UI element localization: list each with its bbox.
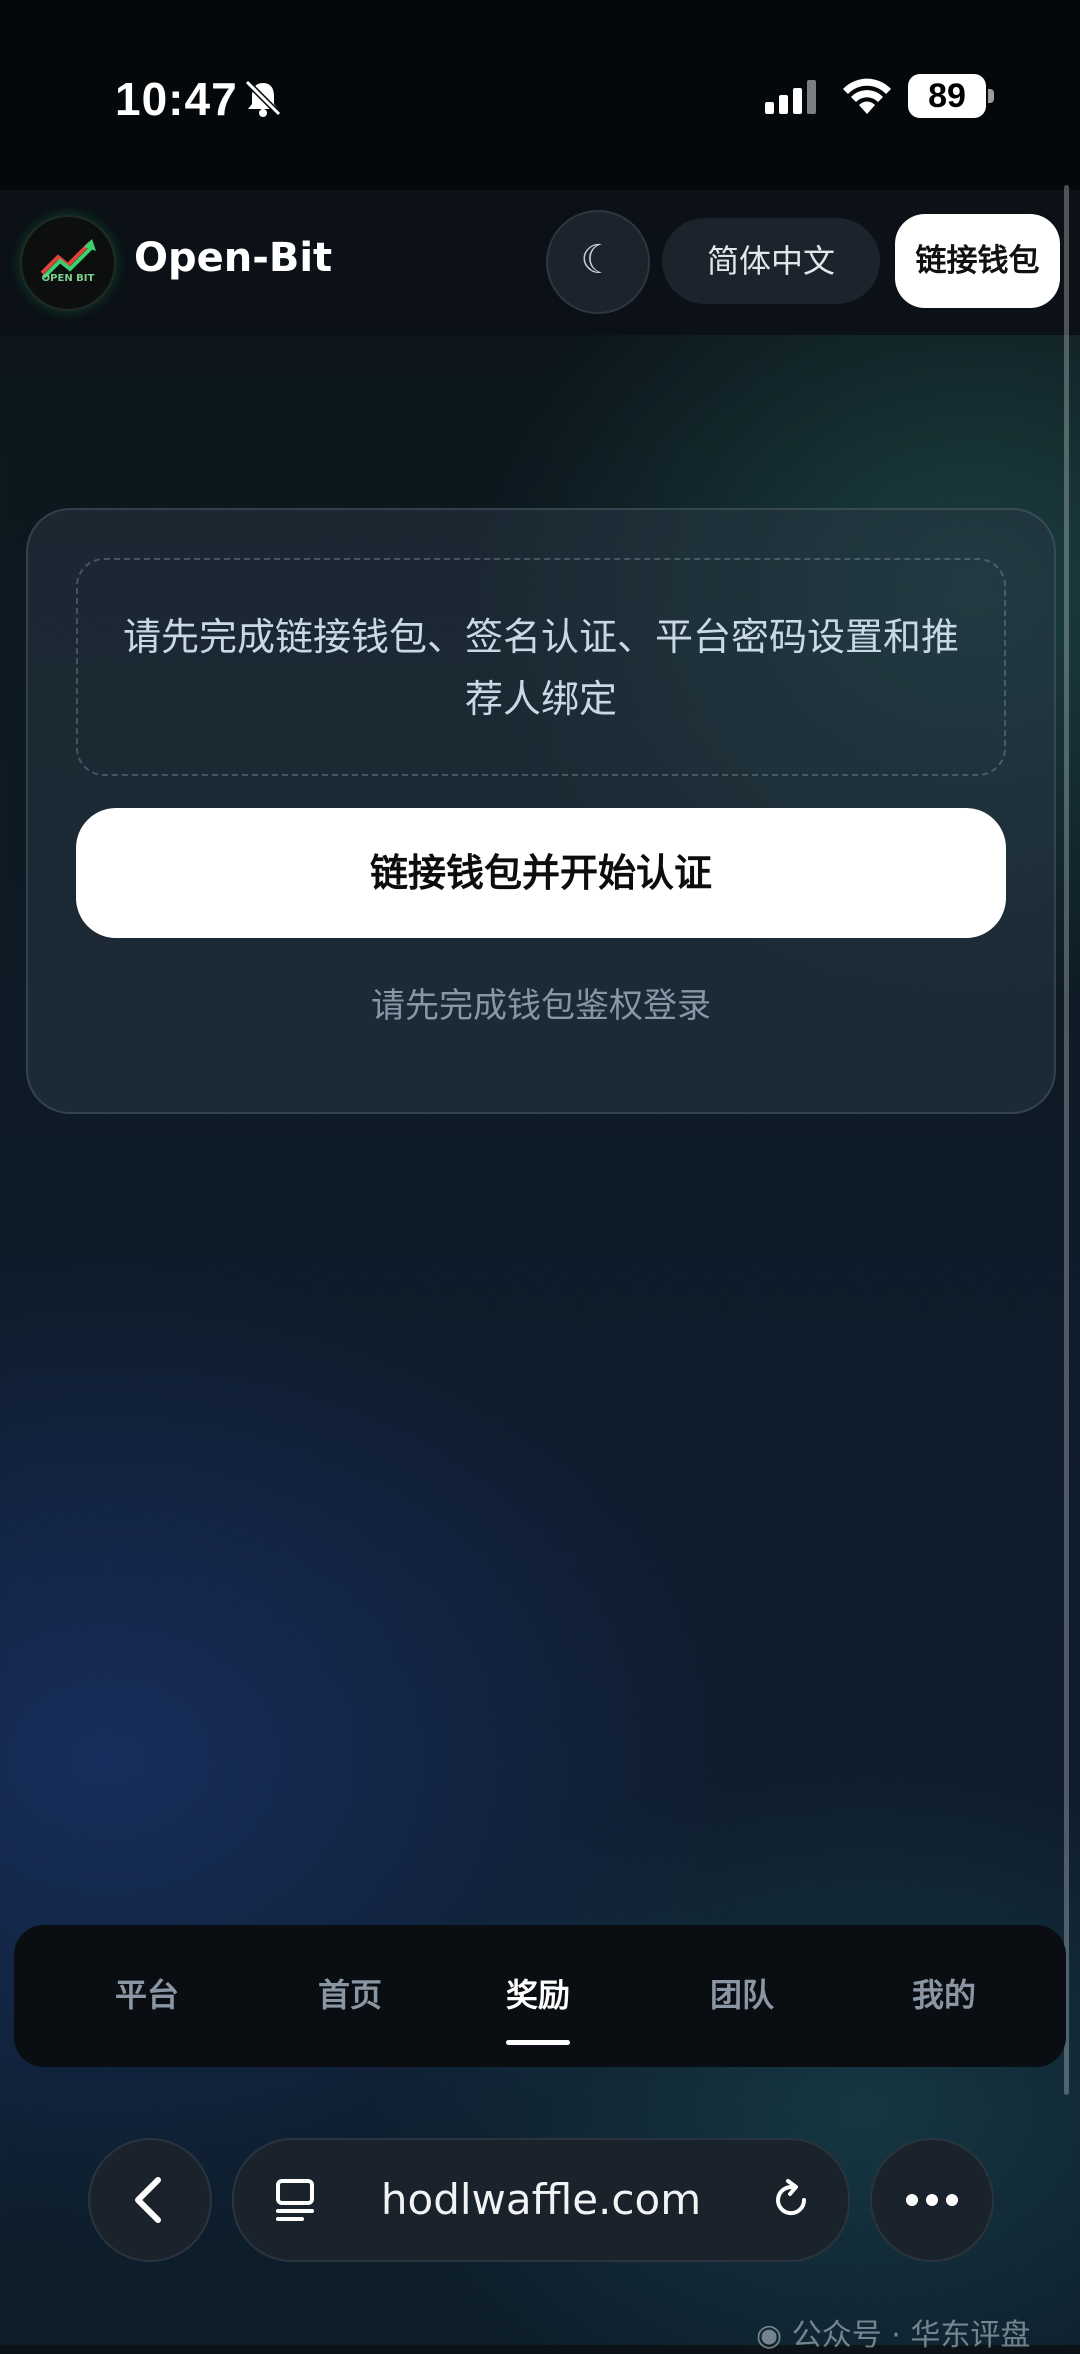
wifi-icon bbox=[843, 78, 891, 114]
connect-wallet-button[interactable]: 链接钱包 bbox=[895, 214, 1060, 308]
brand-logo[interactable]: OPEN BIT bbox=[20, 215, 116, 311]
battery-indicator: 89 bbox=[908, 74, 986, 118]
active-tab-indicator bbox=[506, 2040, 570, 2045]
auth-card: 请先完成链接钱包、签名认证、平台密码设置和推荐人绑定 链接钱包并开始认证 请先完… bbox=[26, 508, 1056, 1114]
tab-team[interactable]: 团队 bbox=[667, 1925, 817, 2067]
wechat-icon: ◉ bbox=[756, 2318, 792, 2353]
tab-mine[interactable]: 我的 bbox=[869, 1925, 1019, 2067]
back-chevron-icon bbox=[135, 2177, 161, 2223]
language-button[interactable]: 简体中文 bbox=[662, 218, 880, 304]
back-button[interactable] bbox=[88, 2138, 212, 2262]
page-scrollbar[interactable] bbox=[1064, 185, 1069, 2095]
tab-platform[interactable]: 平台 bbox=[72, 1925, 222, 2067]
watermark-text: 公众号 · 华东评盘 bbox=[791, 2318, 1031, 2353]
theme-toggle-button[interactable]: ☾ bbox=[546, 210, 650, 314]
reload-icon[interactable] bbox=[766, 2175, 816, 2225]
more-dots-icon bbox=[906, 2194, 958, 2206]
trend-arrow-icon bbox=[40, 239, 96, 279]
more-button[interactable] bbox=[870, 2138, 994, 2262]
address-bar[interactable]: hodlwaffle.com bbox=[232, 2138, 850, 2262]
battery-tip bbox=[988, 89, 994, 103]
bell-slash-icon bbox=[244, 79, 282, 117]
status-time: 10:47 bbox=[115, 73, 238, 125]
tab-home[interactable]: 首页 bbox=[275, 1925, 425, 2067]
bottom-tab-bar: 平台 首页 奖励 团队 我的 bbox=[14, 1925, 1066, 2067]
status-bar: 10:47 89 bbox=[0, 0, 1080, 190]
signal-icon bbox=[765, 80, 816, 114]
tab-rewards[interactable]: 奖励 bbox=[463, 1925, 613, 2067]
brand-name: Open-Bit bbox=[134, 235, 333, 281]
notice-text: 请先完成链接钱包、签名认证、平台密码设置和推荐人绑定 bbox=[122, 615, 959, 721]
notice-box: 请先完成链接钱包、签名认证、平台密码设置和推荐人绑定 bbox=[76, 558, 1006, 776]
tabs-list-icon bbox=[276, 2179, 314, 2221]
app-header: OPEN BIT Open-Bit ☾ 简体中文 链接钱包 bbox=[0, 190, 1080, 335]
logo-text: OPEN BIT bbox=[41, 273, 95, 284]
moon-icon: ☾ bbox=[580, 237, 616, 283]
url-text[interactable]: hodlwaffle.com bbox=[354, 2140, 728, 2260]
login-hint: 请先完成钱包鉴权登录 bbox=[371, 986, 711, 1026]
watermark: ◉ 公众号 · 华东评盘 bbox=[756, 2310, 1030, 2354]
connect-and-verify-button[interactable]: 链接钱包并开始认证 bbox=[76, 808, 1006, 938]
